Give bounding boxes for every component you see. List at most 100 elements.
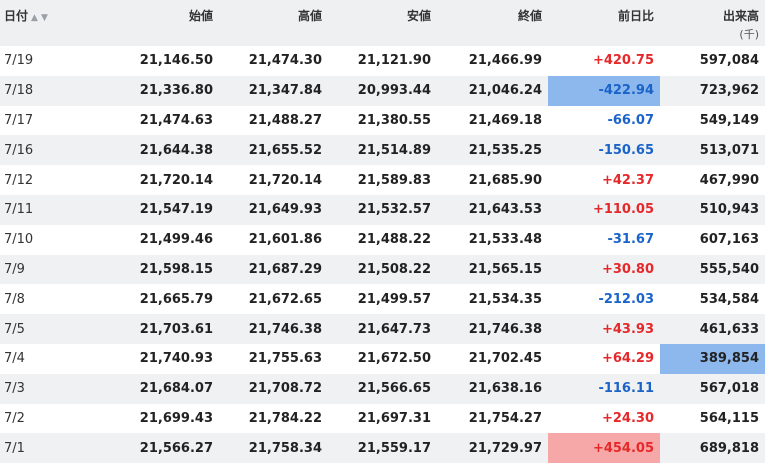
cell-high: 21,488.27 bbox=[248, 112, 322, 128]
cell-date: 7/5 bbox=[4, 321, 25, 337]
cell-open: 21,720.14 bbox=[139, 172, 213, 188]
cell-open: 21,665.79 bbox=[139, 291, 213, 307]
cell-open: 21,146.50 bbox=[139, 53, 213, 69]
cell-open: 21,598.15 bbox=[139, 261, 213, 277]
cell-open: 21,684.07 bbox=[139, 381, 213, 397]
table-header-row: 日付 ▲ ▼ 始値 高値 安値 終値 前日比 出来高 (千) bbox=[0, 0, 765, 46]
cell-open: 21,566.27 bbox=[139, 440, 213, 456]
table-row: 7/12 21,720.14 21,720.14 21,589.83 21,685.90… bbox=[0, 165, 765, 195]
cell-date: 7/2 bbox=[4, 410, 25, 426]
column-header-date[interactable]: 日付 ▲ ▼ bbox=[0, 0, 62, 46]
cell-close: 21,469.18 bbox=[468, 112, 542, 128]
cell-close: 21,754.27 bbox=[468, 410, 542, 426]
cell-close: 21,535.25 bbox=[468, 142, 542, 158]
cell-date: 7/11 bbox=[4, 202, 34, 218]
cell-change: -66.07 bbox=[607, 112, 654, 128]
table-row: 7/2 21,699.43 21,784.22 21,697.31 21,754.27 +… bbox=[0, 404, 765, 434]
sort-ascending-icon[interactable]: ▲ bbox=[31, 13, 38, 23]
cell-open: 21,474.63 bbox=[139, 112, 213, 128]
cell-high: 21,708.72 bbox=[248, 381, 322, 397]
table-row: 7/4 21,740.93 21,755.63 21,672.50 21,702.45 +… bbox=[0, 343, 765, 374]
column-header-open: 始値 bbox=[188, 9, 213, 23]
cell-open: 21,499.46 bbox=[139, 232, 213, 248]
cell-close: 21,746.38 bbox=[468, 321, 542, 337]
cell-open: 21,547.19 bbox=[139, 202, 213, 218]
cell-low: 21,566.65 bbox=[357, 381, 431, 397]
table-row: 7/9 21,598.15 21,687.29 21,508.22 21,565.15 +… bbox=[0, 254, 765, 285]
cell-close: 21,643.53 bbox=[468, 202, 542, 218]
cell-change: -422.94 bbox=[548, 75, 660, 106]
cell-open: 21,336.80 bbox=[139, 83, 213, 99]
cell-low: 21,380.55 bbox=[357, 112, 431, 128]
cell-high: 21,474.30 bbox=[248, 53, 322, 69]
cell-high: 21,649.93 bbox=[248, 202, 322, 218]
cell-high: 21,601.86 bbox=[248, 232, 322, 248]
cell-volume: 597,084 bbox=[699, 53, 759, 69]
cell-high: 21,720.14 bbox=[248, 172, 322, 188]
table-row: 7/11 21,547.19 21,649.93 21,532.57 21,643.53… bbox=[0, 194, 765, 225]
cell-close: 21,638.16 bbox=[468, 381, 542, 397]
cell-low: 21,514.89 bbox=[357, 142, 431, 158]
cell-low: 21,532.57 bbox=[357, 202, 431, 218]
cell-change: +42.37 bbox=[601, 172, 654, 188]
sort-descending-icon[interactable]: ▼ bbox=[41, 13, 48, 23]
table-row: 7/3 21,684.07 21,708.72 21,566.65 21,638.16 -… bbox=[0, 373, 765, 404]
cell-close: 21,702.45 bbox=[468, 351, 542, 367]
cell-change: +64.29 bbox=[601, 351, 654, 367]
cell-change: +454.05 bbox=[548, 433, 660, 463]
cell-volume: 567,018 bbox=[699, 381, 759, 397]
cell-volume: 389,854 bbox=[660, 343, 765, 374]
table-row: 7/8 21,665.79 21,672.65 21,499.57 21,534.35 -… bbox=[0, 284, 765, 314]
cell-low: 21,121.90 bbox=[357, 53, 431, 69]
cell-close: 21,466.99 bbox=[468, 53, 542, 69]
table-row: 7/10 21,499.46 21,601.86 21,488.22 21,533.48… bbox=[0, 225, 765, 255]
cell-high: 21,755.63 bbox=[248, 351, 322, 367]
cell-open: 21,740.93 bbox=[139, 351, 213, 367]
table-row: 7/17 21,474.63 21,488.27 21,380.55 21,469.18… bbox=[0, 106, 765, 136]
column-header-volume: 出来高 (千) bbox=[660, 0, 765, 46]
cell-change: +30.80 bbox=[601, 261, 654, 277]
cell-volume: 467,990 bbox=[699, 172, 759, 188]
cell-volume: 534,584 bbox=[699, 291, 759, 307]
cell-change: +420.75 bbox=[592, 53, 654, 69]
cell-high: 21,746.38 bbox=[248, 321, 322, 337]
cell-change: -116.11 bbox=[598, 381, 654, 397]
cell-change: +43.93 bbox=[601, 321, 654, 337]
cell-date: 7/9 bbox=[4, 261, 25, 277]
cell-change: -31.67 bbox=[607, 232, 654, 248]
cell-volume: 555,540 bbox=[699, 261, 759, 277]
cell-change: +110.05 bbox=[592, 202, 654, 218]
cell-volume: 564,115 bbox=[699, 410, 759, 426]
cell-low: 20,993.44 bbox=[357, 83, 431, 99]
cell-volume: 510,943 bbox=[699, 202, 759, 218]
cell-low: 21,697.31 bbox=[357, 410, 431, 426]
volume-unit-label: (千) bbox=[739, 28, 759, 41]
cell-change: -212.03 bbox=[598, 291, 654, 307]
cell-open: 21,703.61 bbox=[139, 321, 213, 337]
cell-low: 21,499.57 bbox=[357, 291, 431, 307]
cell-volume: 461,633 bbox=[699, 321, 759, 337]
table-row: 7/19 21,146.50 21,474.30 21,121.90 21,466.99… bbox=[0, 46, 765, 76]
cell-volume: 689,818 bbox=[699, 440, 759, 456]
cell-date: 7/12 bbox=[4, 172, 34, 188]
cell-low: 21,559.17 bbox=[357, 440, 431, 456]
cell-open: 21,644.38 bbox=[139, 142, 213, 158]
cell-close: 21,729.97 bbox=[468, 440, 542, 456]
cell-date: 7/18 bbox=[4, 83, 34, 99]
cell-date: 7/4 bbox=[4, 351, 25, 367]
date-header-label: 日付 bbox=[4, 9, 29, 23]
cell-date: 7/3 bbox=[4, 381, 25, 397]
cell-close: 21,565.15 bbox=[468, 261, 542, 277]
cell-volume: 607,163 bbox=[699, 232, 759, 248]
cell-volume: 549,149 bbox=[699, 112, 759, 128]
column-header-high: 高値 bbox=[297, 9, 322, 23]
cell-high: 21,672.65 bbox=[248, 291, 322, 307]
cell-date: 7/8 bbox=[4, 291, 25, 307]
cell-high: 21,687.29 bbox=[248, 261, 322, 277]
cell-high: 21,655.52 bbox=[248, 142, 322, 158]
table-row: 7/1 21,566.27 21,758.34 21,559.17 21,729.97 +… bbox=[0, 433, 765, 463]
cell-high: 21,758.34 bbox=[248, 440, 322, 456]
cell-open: 21,699.43 bbox=[139, 410, 213, 426]
cell-low: 21,508.22 bbox=[357, 261, 431, 277]
table-row: 7/16 21,644.38 21,655.52 21,514.89 21,535.25… bbox=[0, 135, 765, 166]
